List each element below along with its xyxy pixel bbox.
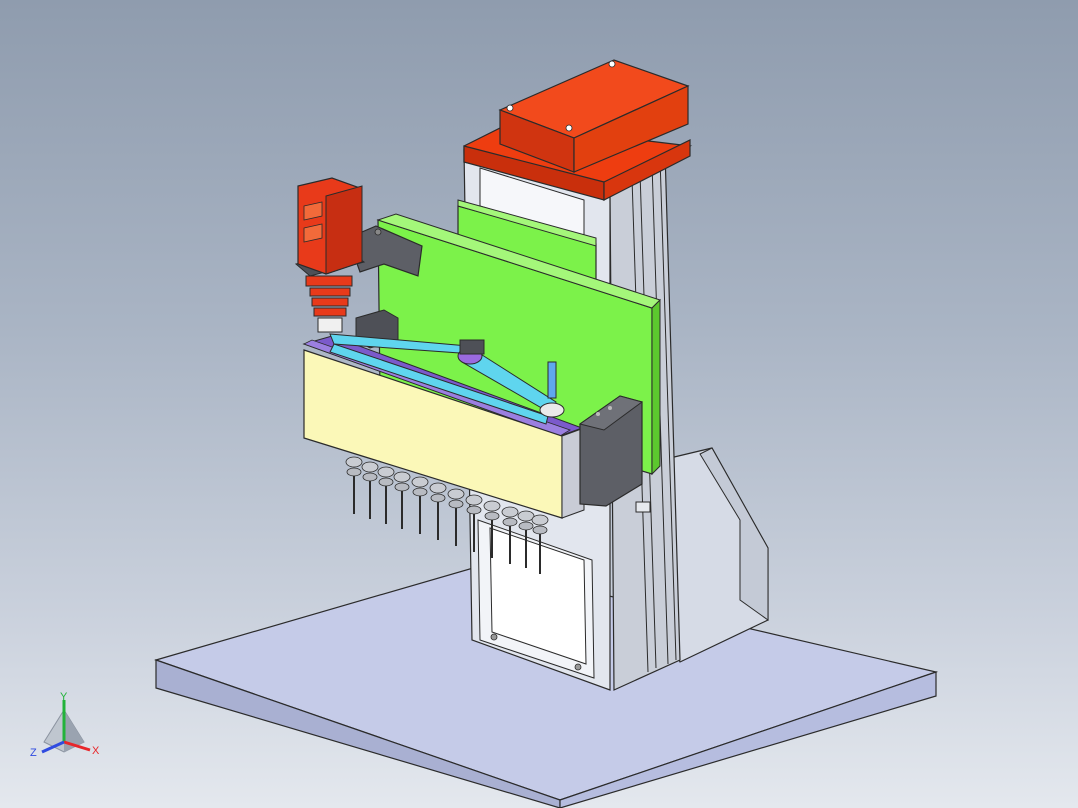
spindle[interactable] — [377, 466, 395, 524]
spindle[interactable] — [447, 488, 465, 546]
spindle[interactable] — [345, 456, 363, 514]
coordinate-triad: Y X Z — [30, 691, 100, 759]
spindle[interactable] — [361, 461, 379, 519]
spindle[interactable] — [393, 471, 411, 529]
spindle[interactable] — [429, 482, 447, 540]
x-axis-label: X — [92, 745, 100, 757]
y-axis-label: Y — [60, 691, 68, 703]
cad-model-scene[interactable] — [0, 0, 1078, 808]
spindle-servo-motor[interactable] — [297, 177, 363, 333]
spindle[interactable] — [411, 476, 429, 534]
model-viewport[interactable]: Y X Z — [0, 0, 1078, 808]
z-axis-label: Z — [30, 747, 37, 759]
